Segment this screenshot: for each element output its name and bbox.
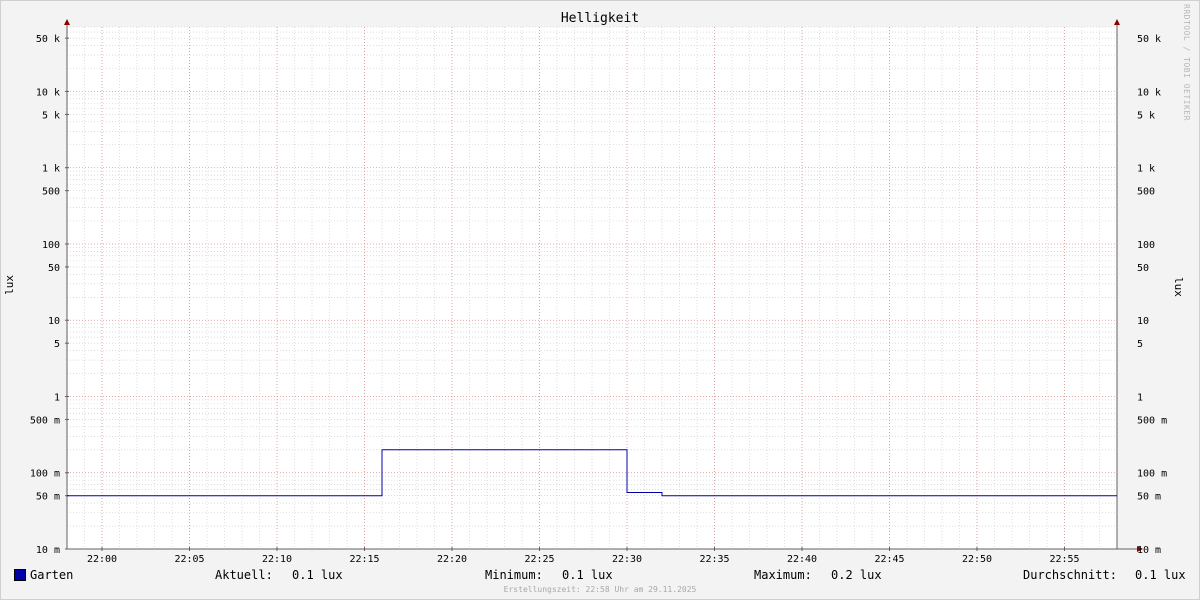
legend-swatch [14,569,26,581]
y-tick-label-right: 10 [1137,316,1149,327]
legend-current-label: Aktuell: [215,568,273,582]
y-tick-label-right: 5 [1137,339,1143,350]
x-tick-label: 22:15 [349,554,379,565]
x-tick-label: 22:25 [524,554,554,565]
x-tick-label: 22:05 [174,554,204,565]
x-tick-label: 22:35 [699,554,729,565]
y-tick-label-right: 10 m [1137,545,1161,556]
legend-avg-value: 0.1 lux [1135,568,1186,582]
legend-min-value: 0.1 lux [562,568,613,582]
x-tick-label: 22:10 [262,554,292,565]
x-tick-label: 22:20 [437,554,467,565]
y-tick-label-left: 1 [54,392,60,403]
y-tick-label-left: 100 [42,240,60,251]
y-tick-label-left: 500 m [30,415,60,426]
y-tick-label-left: 100 m [30,469,60,480]
y-tick-label-right: 10 k [1137,87,1161,98]
legend-min-label: Minimum: [485,568,543,582]
y-tick-label-right: 500 [1137,187,1155,198]
legend-max-label: Maximum: [754,568,812,582]
legend-avg-label: Durchschnitt: [1023,568,1117,582]
y-tick-label-right: 1 [1137,392,1143,403]
legend: Garten Aktuell: 0.1 lux Minimum: 0.1 lux… [0,565,1200,585]
creation-time-footer: Erstellungszeit: 22:58 Uhr am 29.11.2025 [503,585,697,594]
y-tick-label-right: 50 m [1137,492,1161,503]
y-axis-left-arrow [64,19,70,25]
x-tick-label: 22:50 [962,554,992,565]
y-tick-label-left: 50 [48,263,60,274]
y-tick-label-left: 5 [54,339,60,350]
y-tick-label-right: 500 m [1137,415,1167,426]
y-tick-label-right: 5 k [1137,110,1155,121]
x-tick-label: 22:40 [787,554,817,565]
y-tick-label-left: 10 m [36,545,60,556]
y-tick-label-right: 100 [1137,240,1155,251]
x-tick-label: 22:55 [1049,554,1079,565]
y-tick-label-left: 10 k [36,87,60,98]
legend-current-value: 0.1 lux [292,568,343,582]
plot-area: 50 k 50 k 10 k 10 k 5 k 5 k 1 k 1 k 500 500 100 100… [30,19,1167,565]
x-tick-label: 22:00 [87,554,117,565]
y-axis-label-right: lux [1172,277,1185,297]
y-tick-label-left: 500 [42,187,60,198]
y-tick-label-left: 5 k [42,110,60,121]
legend-series-name: Garten [30,568,74,582]
y-tick-label-right: 100 m [1137,469,1167,480]
y-tick-label-right: 50 k [1137,34,1161,45]
y-tick-label-left: 50 k [36,34,60,45]
legend-max-value: 0.2 lux [831,568,882,582]
y-axis-right-arrow [1114,19,1120,25]
y-axis-label-left: lux [3,275,16,295]
y-tick-label-left: 1 k [42,164,60,175]
y-tick-label-right: 50 [1137,263,1149,274]
x-tick-label: 22:30 [612,554,642,565]
x-tick-label: 22:45 [874,554,904,565]
y-tick-label-left: 10 [48,316,60,327]
y-tick-label-left: 50 m [36,492,60,503]
y-tick-label-right: 1 k [1137,164,1155,175]
